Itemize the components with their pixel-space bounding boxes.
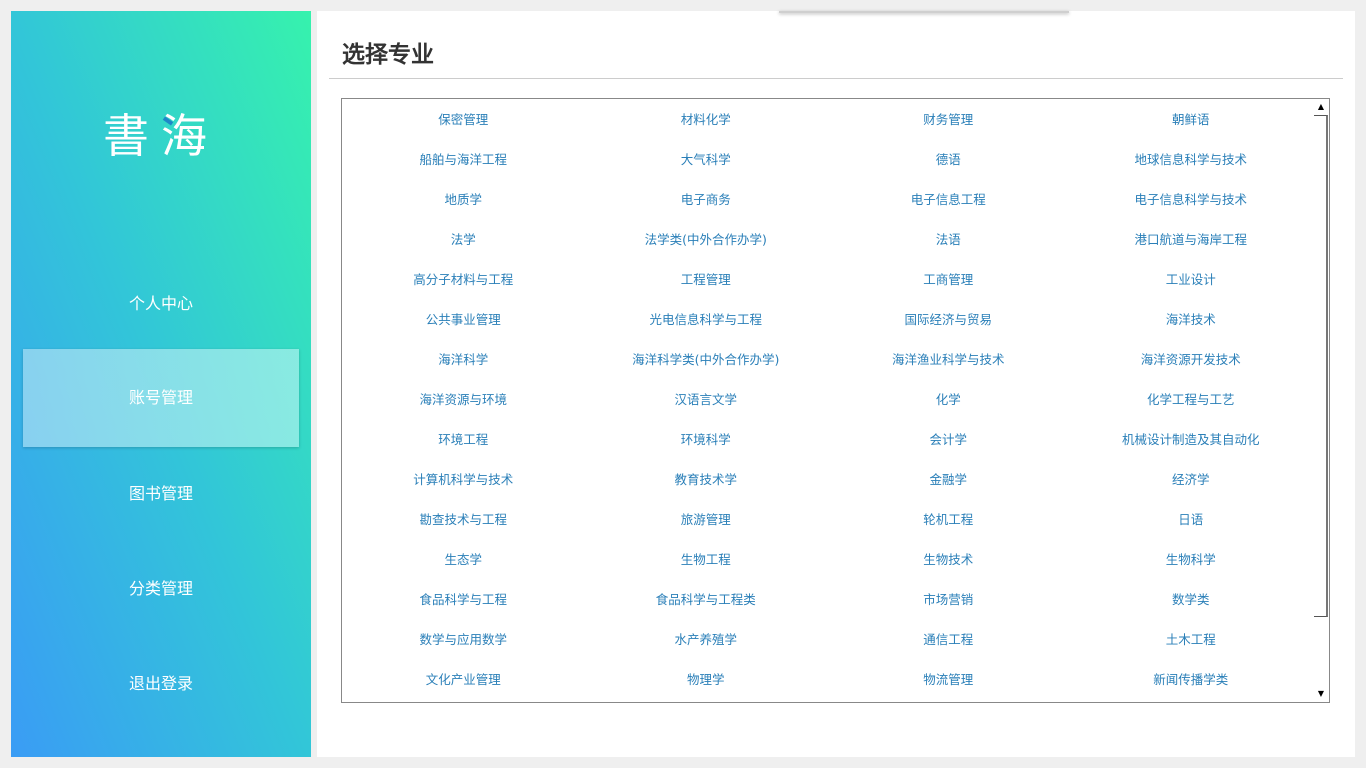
major-item[interactable]: 船舶与海洋工程 [342, 140, 585, 180]
major-item[interactable]: 工商管理 [827, 260, 1070, 300]
nav-item-category-management[interactable]: 分类管理 [23, 540, 299, 638]
app-logo: 書海 [11, 101, 311, 171]
major-item[interactable]: 机械设计制造及其自动化 [1070, 420, 1313, 460]
major-item[interactable]: 法语 [827, 220, 1070, 260]
major-item[interactable]: 保密管理 [342, 100, 585, 140]
major-item[interactable]: 金融学 [827, 460, 1070, 500]
major-item[interactable]: 海洋渔业科学与技术 [827, 340, 1070, 380]
title-divider [329, 78, 1343, 79]
major-item[interactable]: 经济学 [1070, 460, 1313, 500]
major-item[interactable]: 生物科学 [1070, 540, 1313, 580]
major-item[interactable]: 日语 [1070, 500, 1313, 540]
major-item[interactable]: 数学类 [1070, 580, 1313, 620]
major-item[interactable]: 生物工程 [585, 540, 828, 580]
major-list-box[interactable]: 保密管理 材料化学 财务管理 朝鲜语船舶与海洋工程 大气科学 德语 地球信息科学与技术地质学… [341, 98, 1330, 703]
major-item[interactable]: 电子信息科学与技术 [1070, 180, 1313, 220]
major-item[interactable]: 食品科学与工程 [342, 580, 585, 620]
major-item[interactable]: 食品科学与工程类 [585, 580, 828, 620]
major-item[interactable]: 工程管理 [585, 260, 828, 300]
major-item[interactable]: 新闻传播学类 [1070, 660, 1313, 700]
major-item[interactable]: 市场营销 [827, 580, 1070, 620]
major-item[interactable]: 水产养殖学 [585, 620, 828, 660]
major-item[interactable]: 电子商务 [585, 180, 828, 220]
top-edge-shadow [779, 11, 1069, 13]
nav-item-label: 个人中心 [128, 294, 193, 313]
major-item[interactable]: 工业设计 [1070, 260, 1313, 300]
major-item[interactable]: 朝鲜语 [1070, 100, 1313, 140]
nav-item-account-management[interactable]: 账号管理 [23, 349, 299, 447]
nav-item-label: 分类管理 [128, 579, 193, 598]
major-item[interactable]: 化学 [827, 380, 1070, 420]
sidebar: 書海 个人中心 账号管理 图书管理 分类管理 退出登录 [11, 11, 311, 757]
major-item[interactable]: 海洋资源开发技术 [1070, 340, 1313, 380]
major-item[interactable]: 汉语言文学 [585, 380, 828, 420]
major-item[interactable]: 环境科学 [585, 420, 828, 460]
major-item[interactable]: 海洋科学类(中外合作办学) [585, 340, 828, 380]
nav-item-personal-center[interactable]: 个人中心 [23, 255, 299, 353]
main-panel: 选择专业 保密管理 材料化学 财务管理 朝鲜语船舶与海洋工程 大气科学 德语 地球信息科学与… [317, 11, 1355, 757]
major-item[interactable]: 法学类(中外合作办学) [585, 220, 828, 260]
major-item[interactable]: 地球信息科学与技术 [1070, 140, 1313, 180]
major-item[interactable]: 光电信息科学与工程 [585, 300, 828, 340]
major-item[interactable]: 轮机工程 [827, 500, 1070, 540]
major-item[interactable]: 旅游管理 [585, 500, 828, 540]
major-item[interactable]: 勘查技术与工程 [342, 500, 585, 540]
major-item[interactable]: 教育技术学 [585, 460, 828, 500]
major-item[interactable]: 计算机科学与技术 [342, 460, 585, 500]
major-item[interactable]: 高分子材料与工程 [342, 260, 585, 300]
major-item[interactable]: 海洋资源与环境 [342, 380, 585, 420]
major-item[interactable]: 数学与应用数学 [342, 620, 585, 660]
major-grid: 保密管理 材料化学 财务管理 朝鲜语船舶与海洋工程 大气科学 德语 地球信息科学与技术地质学… [342, 100, 1312, 700]
major-item[interactable]: 生物技术 [827, 540, 1070, 580]
scroll-thumb[interactable] [1314, 115, 1328, 617]
major-item[interactable]: 地质学 [342, 180, 585, 220]
major-item[interactable]: 海洋技术 [1070, 300, 1313, 340]
major-item[interactable]: 大气科学 [585, 140, 828, 180]
nav-item-book-management[interactable]: 图书管理 [23, 445, 299, 543]
nav-item-label: 账号管理 [128, 388, 193, 407]
page-title: 选择专业 [342, 42, 434, 68]
major-item[interactable]: 法学 [342, 220, 585, 260]
major-item[interactable]: 通信工程 [827, 620, 1070, 660]
major-item[interactable]: 生态学 [342, 540, 585, 580]
major-item[interactable]: 物理学 [585, 660, 828, 700]
nav-item-label: 图书管理 [128, 484, 193, 503]
major-item[interactable]: 国际经济与贸易 [827, 300, 1070, 340]
major-item[interactable]: 港口航道与海岸工程 [1070, 220, 1313, 260]
nav-item-label: 退出登录 [128, 674, 193, 693]
logo-text: 書海 [103, 109, 219, 163]
major-item[interactable]: 会计学 [827, 420, 1070, 460]
vertical-scrollbar[interactable]: ▲ ▼ [1313, 99, 1329, 702]
scroll-up-icon[interactable]: ▲ [1313, 99, 1329, 115]
major-item[interactable]: 材料化学 [585, 100, 828, 140]
major-item[interactable]: 公共事业管理 [342, 300, 585, 340]
major-item[interactable]: 海洋科学 [342, 340, 585, 380]
major-item[interactable]: 文化产业管理 [342, 660, 585, 700]
major-item[interactable]: 电子信息工程 [827, 180, 1070, 220]
major-item[interactable]: 环境工程 [342, 420, 585, 460]
nav-item-logout[interactable]: 退出登录 [23, 635, 299, 733]
major-item[interactable]: 德语 [827, 140, 1070, 180]
major-item[interactable]: 土木工程 [1070, 620, 1313, 660]
major-item[interactable]: 财务管理 [827, 100, 1070, 140]
major-item[interactable]: 化学工程与工艺 [1070, 380, 1313, 420]
major-item[interactable]: 物流管理 [827, 660, 1070, 700]
scroll-down-icon[interactable]: ▼ [1313, 686, 1329, 702]
